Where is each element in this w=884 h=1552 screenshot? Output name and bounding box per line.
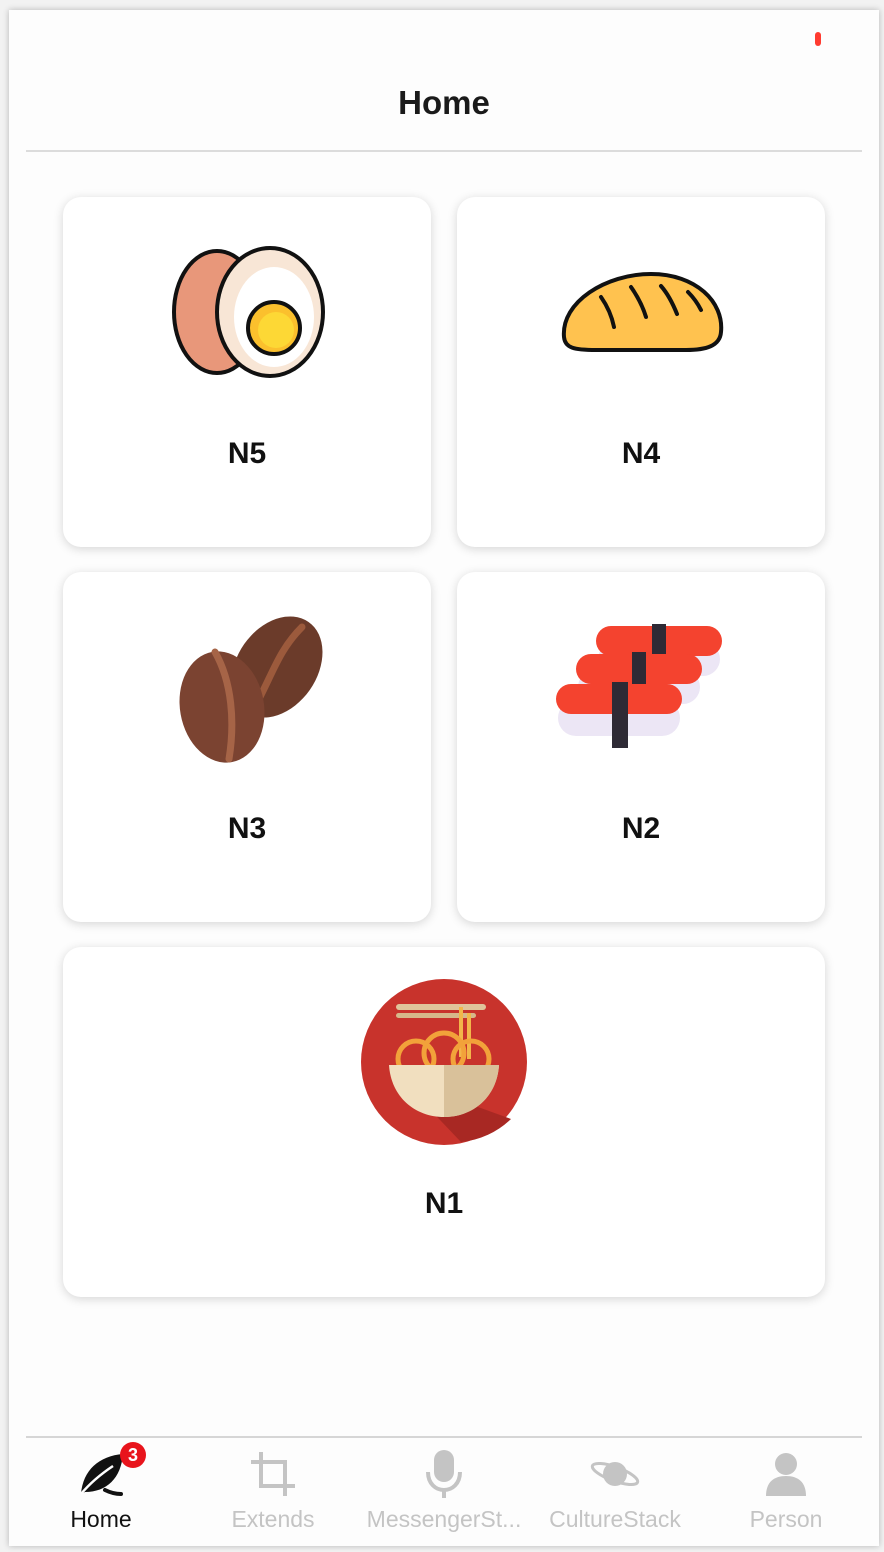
bread-icon — [561, 271, 724, 352]
microphone-icon — [426, 1450, 462, 1498]
card-label: N3 — [227, 812, 267, 845]
card-label: N2 — [621, 812, 661, 845]
page-title: Home — [398, 84, 490, 121]
coffee-beans-icon — [179, 616, 323, 763]
card-n5[interactable]: N5 — [63, 197, 431, 547]
person-icon — [766, 1453, 806, 1496]
tab-extends[interactable]: Extends — [188, 1440, 358, 1540]
status-indicator — [815, 32, 821, 46]
card-n1[interactable]: N1 — [63, 947, 825, 1297]
tab-label: MessengerSt... — [366, 1506, 522, 1532]
card-n3[interactable]: N3 — [63, 572, 431, 922]
tab-messengerstack[interactable]: MessengerSt... — [359, 1440, 529, 1540]
notification-badge: 3 — [120, 1442, 146, 1468]
planet-icon — [590, 1461, 640, 1487]
sushi-icon — [556, 624, 722, 748]
card-label: N4 — [621, 437, 661, 470]
tab-label: Home — [70, 1506, 132, 1532]
tab-label: Extends — [231, 1506, 315, 1532]
tab-person[interactable]: Person — [701, 1440, 871, 1540]
egg-icon — [172, 246, 325, 378]
card-n2[interactable]: N2 — [457, 572, 825, 922]
tab-label: Person — [749, 1506, 823, 1532]
noodle-bowl-icon — [361, 979, 527, 1145]
crop-icon — [251, 1452, 295, 1496]
tab-culturestack[interactable]: CultureStack — [530, 1440, 700, 1540]
card-label: N5 — [227, 437, 267, 470]
header-divider — [26, 150, 862, 152]
tab-home[interactable]: 3 Home — [16, 1440, 186, 1540]
tabbar-divider — [26, 1436, 862, 1438]
app-window: Home N5 N4 N3 N2 N1 3 Home Extends Messe… — [9, 10, 879, 1546]
tab-label: CultureStack — [549, 1506, 681, 1532]
card-n4[interactable]: N4 — [457, 197, 825, 547]
card-label: N1 — [424, 1187, 464, 1220]
